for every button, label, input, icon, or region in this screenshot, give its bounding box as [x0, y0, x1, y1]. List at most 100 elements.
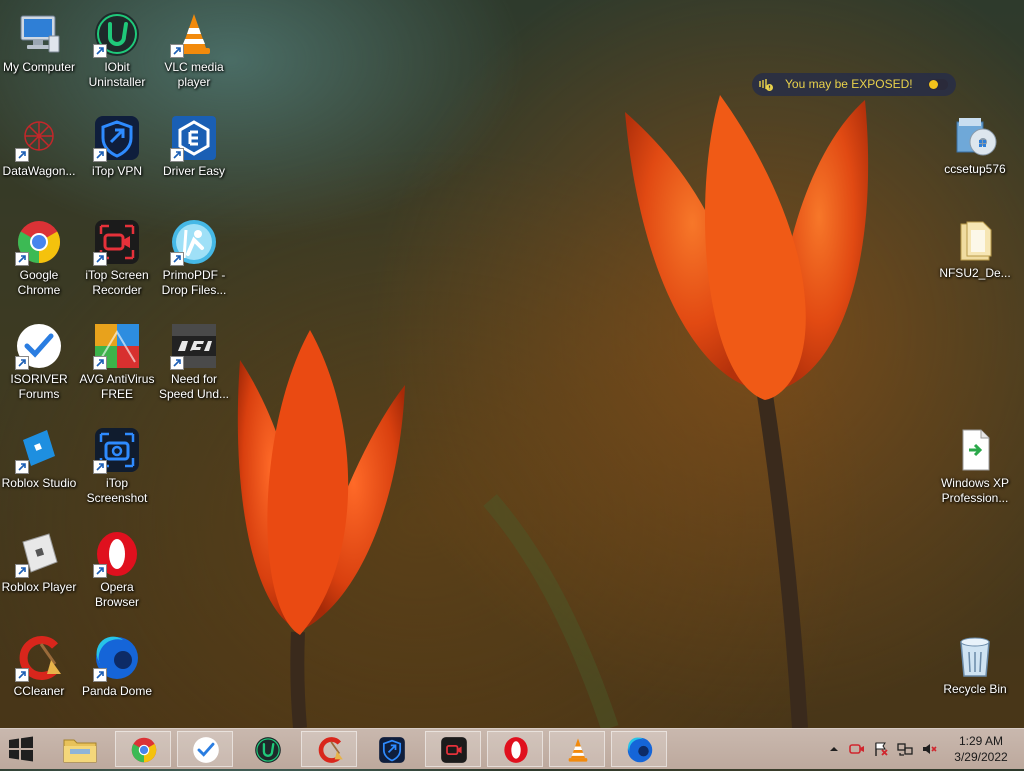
taskbar-isoriver[interactable] [177, 731, 233, 767]
vpn-toggle[interactable] [928, 79, 948, 90]
folder-icon [63, 739, 97, 763]
vpn-exposed-banner[interactable]: You may be EXPOSED! [752, 73, 956, 96]
desktop-icon-label: iTop VPN [91, 164, 143, 178]
itop-vpn-shield-icon [758, 77, 774, 93]
desktop-icon-label: Windows XP Profession... [940, 476, 1010, 505]
recycle-bin-icon [951, 632, 999, 680]
desktop-icon-label: Driver Easy [162, 164, 225, 178]
shortcut-arrow-icon [15, 460, 29, 474]
ccleaner-icon [15, 634, 63, 682]
shortcut-arrow-icon [170, 252, 184, 266]
desktop-icon-primopdf[interactable]: PrimoPDF - Drop Files... [155, 218, 233, 298]
desktop-icon-label: VLC media player [164, 60, 224, 89]
iobit-uninstaller-icon [255, 737, 281, 763]
shortcut-arrow-icon [93, 148, 107, 162]
shortcut-arrow-icon [170, 44, 184, 58]
desktop-icon-datawagon[interactable]: DataWagon... [0, 114, 78, 179]
desktop-icon-label: NFSU2_De... [939, 266, 1011, 280]
screen-recorder-icon [93, 218, 141, 266]
desktop-icon-panda-dome[interactable]: Panda Dome [78, 634, 156, 699]
desktop-icon-label: ISORIVER Forums [10, 372, 68, 401]
desktop-icon-label: Need for Speed Und... [158, 372, 230, 401]
desktop-icon-label: IObit Uninstaller [88, 60, 146, 89]
itop-vpn-icon [93, 114, 141, 162]
panda-dome-icon [627, 737, 653, 763]
taskbar-clock[interactable]: 1:29 AM 3/29/2022 [948, 733, 1014, 765]
chevron-up-icon[interactable] [826, 741, 842, 757]
vlc-cone-icon [170, 10, 218, 58]
computer-icon [15, 10, 63, 58]
itop-vpn-icon [379, 737, 405, 763]
screen-recorder-icon [441, 737, 467, 763]
network-icon[interactable] [897, 741, 913, 757]
installer-icon [951, 112, 999, 160]
flag-icon[interactable] [873, 741, 889, 757]
speaker-muted-icon[interactable] [921, 741, 937, 757]
vlc-cone-icon [568, 738, 588, 762]
desktop-icon-iobit-uninstaller[interactable]: IObit Uninstaller [78, 10, 156, 90]
taskbar: 1:29 AM 3/29/2022 [0, 728, 1024, 769]
ccleaner-icon [318, 737, 343, 763]
desktop-icon-nfsu2-de[interactable]: NFSU2_De... [936, 216, 1014, 281]
avg-icon [93, 322, 141, 370]
desktop-icon-label: AVG AntiVirus FREE [79, 372, 155, 401]
shortcut-arrow-icon [15, 564, 29, 578]
desktop-icon-label: My Computer [2, 60, 76, 74]
desktop-icon-roblox-studio[interactable]: Roblox Studio [0, 426, 78, 491]
exposed-message: You may be EXPOSED! [785, 77, 913, 91]
opera-icon [93, 530, 141, 578]
desktop-icon-label: Roblox Studio [1, 476, 77, 490]
folder-icon [951, 216, 999, 264]
desktop-icon-itop-screenshot[interactable]: iTop Screenshot [78, 426, 156, 506]
datawagon-icon [15, 114, 63, 162]
iobit-uninstaller-icon [93, 10, 141, 58]
shortcut-arrow-icon [93, 44, 107, 58]
taskbar-opera[interactable] [487, 731, 543, 767]
taskbar-google-chrome[interactable] [115, 731, 171, 767]
desktop-icon-label: PrimoPDF - Drop Files... [161, 268, 227, 297]
taskbar-file-explorer[interactable] [60, 732, 100, 766]
panda-dome-icon [93, 634, 141, 682]
shortcut-arrow-icon [93, 460, 107, 474]
desktop-icon-itop-screen-recorder[interactable]: iTop Screen Recorder [78, 218, 156, 298]
shortcut-arrow-icon [15, 356, 29, 370]
windows-logo-icon [9, 736, 33, 762]
desktop-icon-opera-browser[interactable]: Opera Browser [78, 530, 156, 610]
taskbar-panda-dome[interactable] [611, 731, 667, 767]
roblox-player-icon [15, 530, 63, 578]
desktop-icon-windows-xp[interactable]: Windows XP Profession... [936, 426, 1014, 506]
clock-date: 3/29/2022 [954, 750, 1008, 764]
desktop-icon-need-for-speed[interactable]: Need for Speed Und... [155, 322, 233, 402]
opera-icon [504, 737, 528, 763]
taskbar-ccleaner[interactable] [301, 731, 357, 767]
desktop-icon-isoriver-forums[interactable]: ISORIVER Forums [0, 322, 78, 402]
desktop-icon-label: DataWagon... [2, 164, 76, 178]
desktop-icon-avg-antivirus[interactable]: AVG AntiVirus FREE [78, 322, 156, 402]
taskbar-itop-screen-recorder[interactable] [425, 731, 481, 767]
desktop-icon-label: Google Chrome [17, 268, 61, 297]
roblox-studio-icon [15, 426, 63, 474]
desktop-icon-ccsetup576[interactable]: ccsetup576 [936, 112, 1014, 177]
desktop-icon-roblox-player[interactable]: Roblox Player [0, 530, 78, 595]
screen-recorder-tray-icon[interactable] [849, 741, 865, 757]
desktop-icon-my-computer[interactable]: My Computer [0, 10, 78, 75]
desktop-icon-label: iTop Screenshot [86, 476, 148, 505]
shortcut-arrow-icon [15, 252, 29, 266]
desktop-icon-google-chrome[interactable]: Google Chrome [0, 218, 78, 298]
desktop-icon-ccleaner[interactable]: CCleaner [0, 634, 78, 699]
desktop-icon-itop-vpn[interactable]: iTop VPN [78, 114, 156, 179]
taskbar-vlc[interactable] [549, 731, 605, 767]
shortcut-arrow-icon [93, 668, 107, 682]
desktop-icon-recycle-bin[interactable]: Recycle Bin [936, 632, 1014, 697]
clock-time: 1:29 AM [958, 734, 1004, 748]
shortcut-arrow-icon [15, 668, 29, 682]
desktop-icon-vlc-media-player[interactable]: VLC media player [155, 10, 233, 90]
start-button[interactable] [6, 734, 40, 764]
taskbar-itop-vpn[interactable] [363, 731, 419, 767]
taskbar-iobit-uninstaller[interactable] [239, 731, 295, 767]
desktop-icon-label: Panda Dome [81, 684, 153, 698]
isoriver-icon [15, 322, 63, 370]
shortcut-arrow-icon [93, 252, 107, 266]
desktop-icon-label: Recycle Bin [943, 682, 1007, 696]
desktop-icon-driver-easy[interactable]: Driver Easy [155, 114, 233, 179]
